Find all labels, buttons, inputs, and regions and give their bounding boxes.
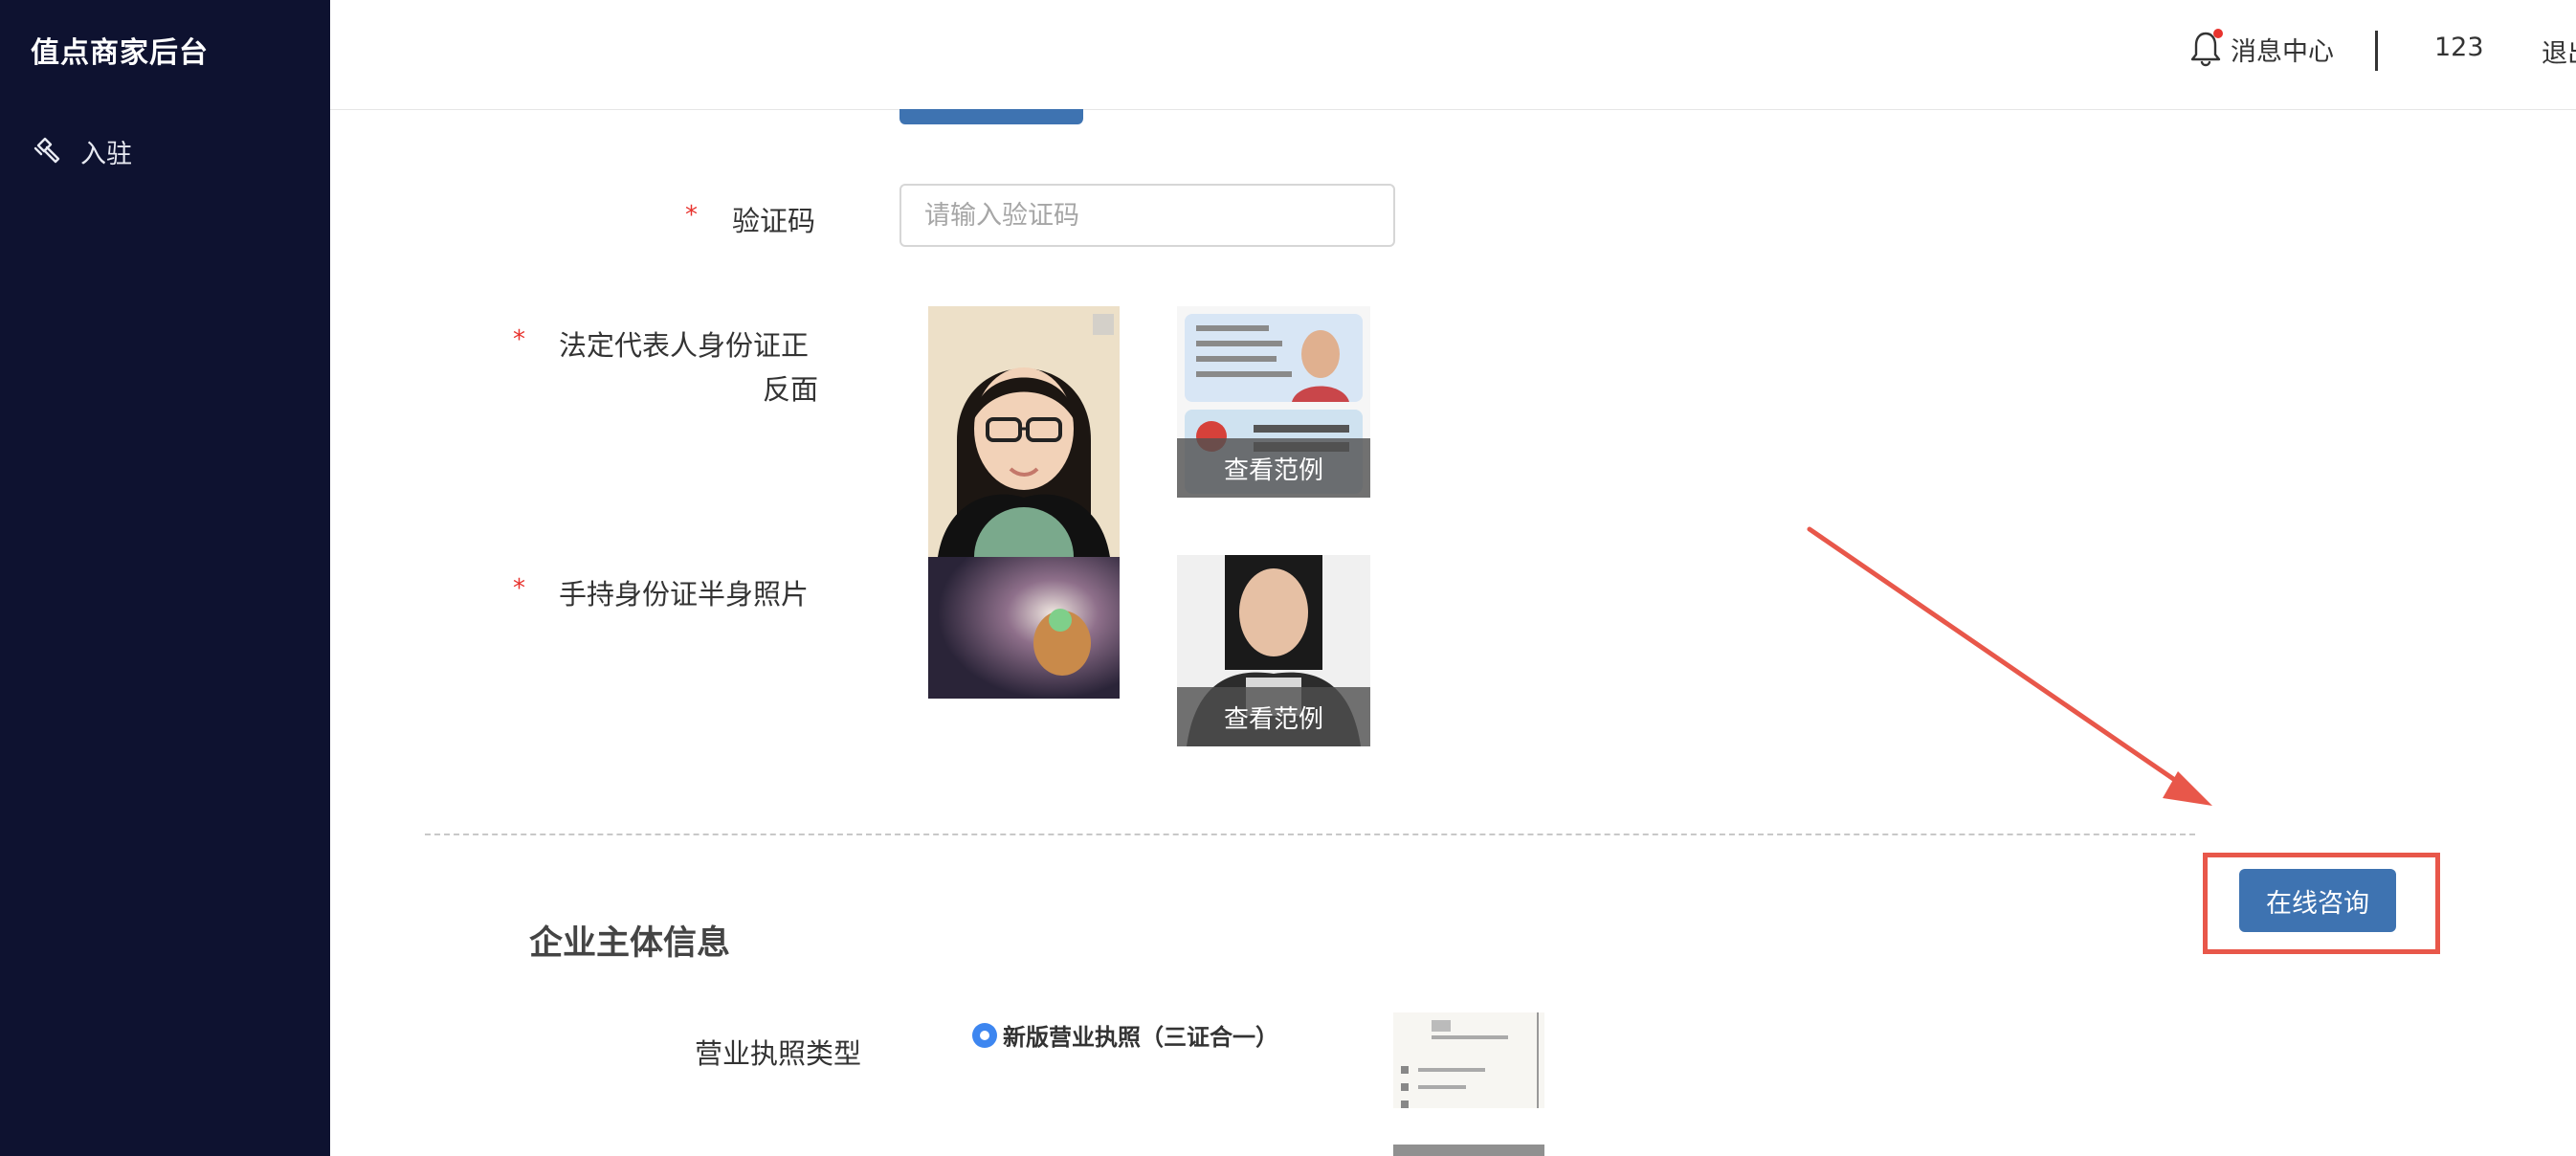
online-consult-button[interactable]: 在线咨询 [2239, 869, 2396, 932]
license-option-label: 新版营业执照（三证合一） [1003, 1024, 1278, 1051]
notification-dot [2213, 29, 2223, 38]
radio-selected-icon [972, 1022, 997, 1048]
header-divider [2375, 31, 2378, 71]
required-mark: * [685, 201, 698, 230]
license-sample-bar [1393, 1145, 1544, 1156]
id-card-sample[interactable]: 查看范例 [1177, 306, 1370, 498]
username: 123 [2434, 33, 2484, 62]
bell-icon [2188, 29, 2223, 69]
message-center-link[interactable]: 消息中心 [2188, 29, 2334, 69]
hammer-icon [33, 137, 60, 164]
required-mark: * [513, 574, 525, 603]
section-divider [425, 834, 2195, 835]
send-code-button[interactable] [899, 109, 1083, 124]
enterprise-section-title: 企业主体信息 [529, 924, 731, 963]
message-center-label: 消息中心 [2231, 36, 2334, 67]
license-type-option[interactable]: 新版营业执照（三证合一） [972, 1018, 1278, 1052]
view-sample-label: 查看范例 [1177, 438, 1370, 498]
sidebar-item-label: 入驻 [80, 139, 132, 169]
license-sample[interactable] [1393, 1012, 1544, 1108]
sidebar-item-settle-in[interactable]: 入驻 [33, 132, 132, 170]
required-mark: * [513, 325, 525, 354]
captcha-label: 验证码 [732, 205, 816, 237]
sidebar: 值点商家后台 入驻 [0, 0, 330, 1156]
brand-title: 值点商家后台 [31, 36, 209, 70]
logout-link[interactable]: 退出 [2542, 33, 2576, 70]
id-back-upload-photo[interactable] [928, 306, 1120, 557]
captcha-input[interactable] [899, 184, 1395, 247]
id-back-label-line2: 反面 [763, 373, 819, 406]
handheld-photo-label: 手持身份证半身照片 [559, 578, 810, 611]
view-sample-label: 查看范例 [1177, 687, 1370, 746]
license-type-label: 营业执照类型 [695, 1037, 862, 1070]
handheld-sample[interactable]: 查看范例 [1177, 555, 1370, 746]
handheld-upload-photo[interactable] [928, 557, 1120, 699]
id-back-label-line1: 法定代表人身份证正 [559, 329, 810, 362]
